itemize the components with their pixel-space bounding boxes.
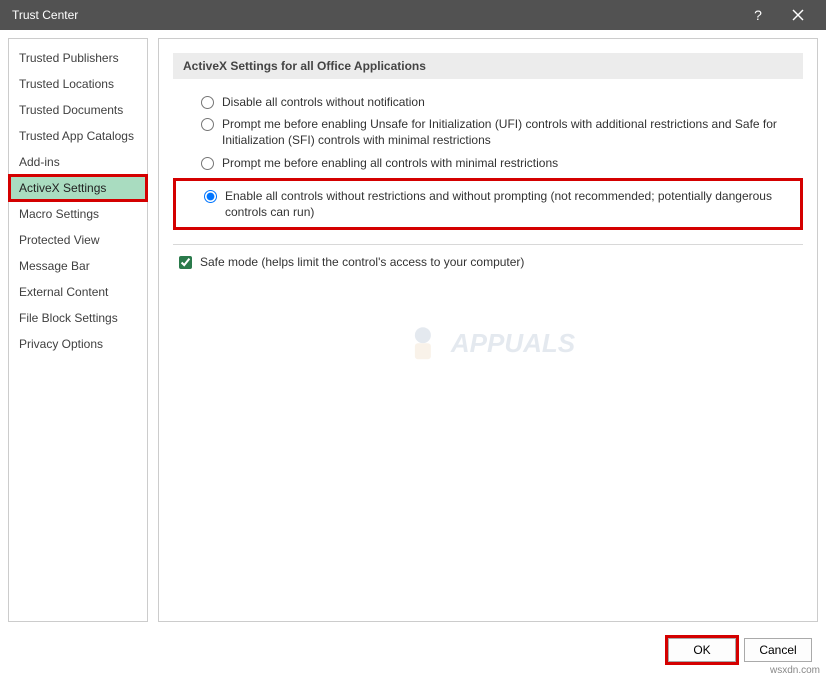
window-title: Trust Center xyxy=(8,8,738,22)
radio-prompt-ufi[interactable]: Prompt me before enabling Unsafe for Ini… xyxy=(173,113,803,151)
radio-enable-all[interactable]: Enable all controls without restrictions… xyxy=(176,185,798,223)
radio-disable-all-input[interactable] xyxy=(201,96,214,109)
radio-enable-all-input[interactable] xyxy=(204,190,217,203)
radio-prompt-ufi-label: Prompt me before enabling Unsafe for Ini… xyxy=(222,116,803,148)
content-pane: ActiveX Settings for all Office Applicat… xyxy=(158,38,818,622)
watermark-icon xyxy=(401,321,445,365)
sidebar-item-file-block-settings[interactable]: File Block Settings xyxy=(9,305,147,331)
sidebar-item-add-ins[interactable]: Add-ins xyxy=(9,149,147,175)
section-heading: ActiveX Settings for all Office Applicat… xyxy=(173,53,803,79)
titlebar: Trust Center ? xyxy=(0,0,826,30)
sidebar-item-activex-settings[interactable]: ActiveX Settings xyxy=(9,175,147,201)
dialog-body: Trusted Publishers Trusted Locations Tru… xyxy=(0,30,826,630)
ok-button[interactable]: OK xyxy=(668,638,736,662)
sidebar-item-macro-settings[interactable]: Macro Settings xyxy=(9,201,147,227)
sidebar-item-external-content[interactable]: External Content xyxy=(9,279,147,305)
highlighted-option: Enable all controls without restrictions… xyxy=(173,178,803,230)
sidebar-item-protected-view[interactable]: Protected View xyxy=(9,227,147,253)
watermark-text: APPUALS xyxy=(451,328,575,359)
watermark: APPUALS xyxy=(401,321,575,365)
radio-disable-all-label: Disable all controls without notificatio… xyxy=(222,94,425,110)
radio-enable-all-label: Enable all controls without restrictions… xyxy=(225,188,798,220)
divider xyxy=(173,244,803,245)
safe-mode-label: Safe mode (helps limit the control's acc… xyxy=(200,255,524,269)
sidebar-item-trusted-publishers[interactable]: Trusted Publishers xyxy=(9,45,147,71)
close-button[interactable] xyxy=(778,0,818,30)
sidebar-item-trusted-locations[interactable]: Trusted Locations xyxy=(9,71,147,97)
radio-prompt-minimal[interactable]: Prompt me before enabling all controls w… xyxy=(173,152,803,174)
safe-mode-checkbox[interactable] xyxy=(179,256,192,269)
sidebar: Trusted Publishers Trusted Locations Tru… xyxy=(8,38,148,622)
radio-prompt-minimal-label: Prompt me before enabling all controls w… xyxy=(222,155,558,171)
sidebar-item-message-bar[interactable]: Message Bar xyxy=(9,253,147,279)
safe-mode-row[interactable]: Safe mode (helps limit the control's acc… xyxy=(173,255,803,269)
close-icon xyxy=(792,9,804,21)
radio-prompt-ufi-input[interactable] xyxy=(201,118,214,131)
sidebar-item-trusted-documents[interactable]: Trusted Documents xyxy=(9,97,147,123)
help-button[interactable]: ? xyxy=(738,0,778,30)
source-tag: wsxdn.com xyxy=(770,665,820,676)
cancel-button[interactable]: Cancel xyxy=(744,638,812,662)
radio-disable-all[interactable]: Disable all controls without notificatio… xyxy=(173,91,803,113)
radio-prompt-minimal-input[interactable] xyxy=(201,157,214,170)
sidebar-item-trusted-app-catalogs[interactable]: Trusted App Catalogs xyxy=(9,123,147,149)
footer: OK Cancel xyxy=(0,630,826,670)
sidebar-item-privacy-options[interactable]: Privacy Options xyxy=(9,331,147,357)
